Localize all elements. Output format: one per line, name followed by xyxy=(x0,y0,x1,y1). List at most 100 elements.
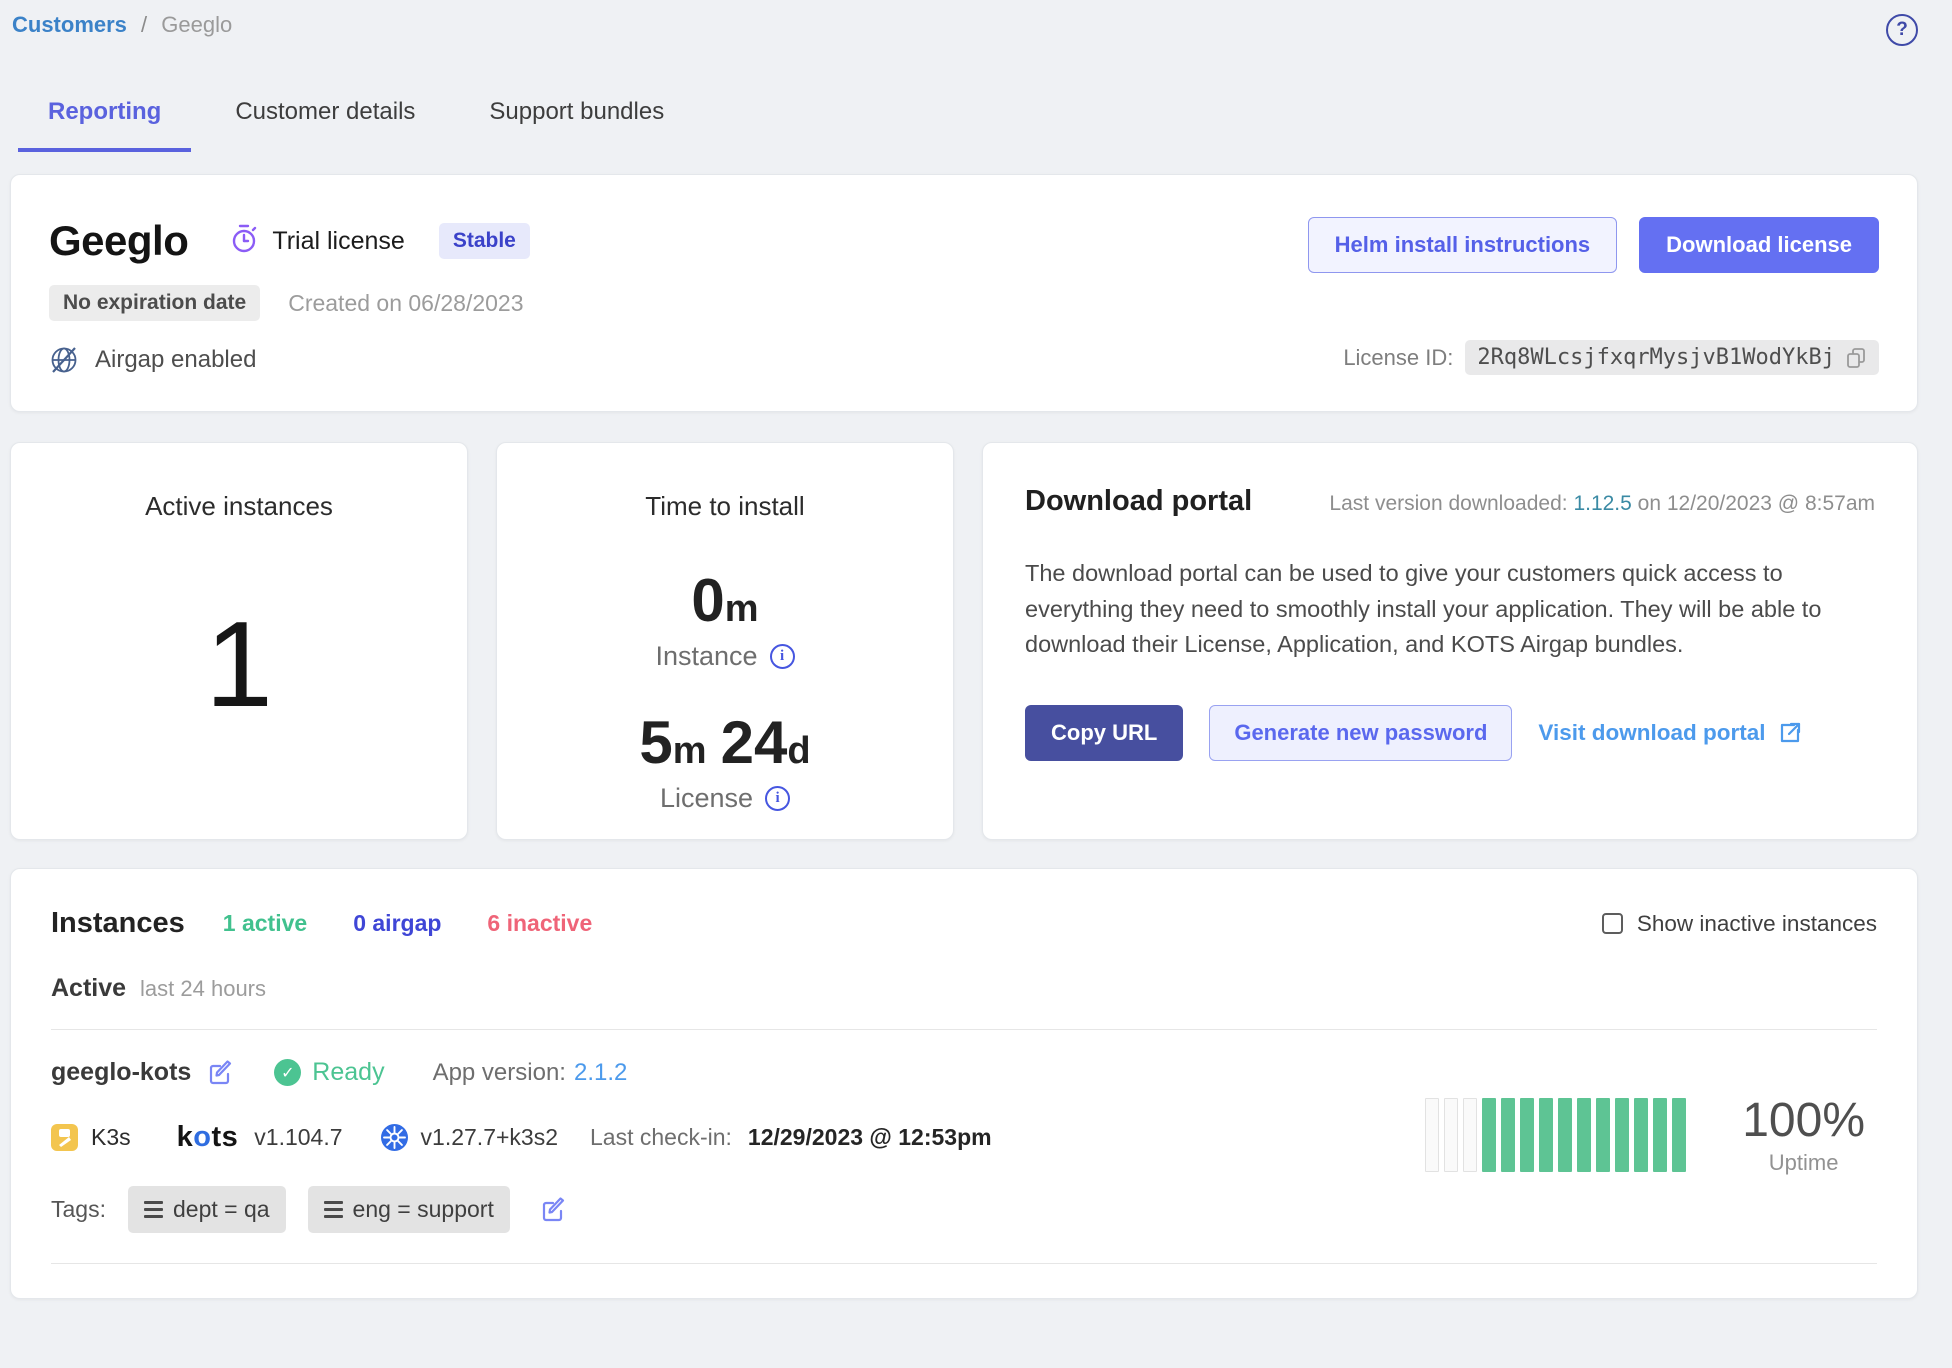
download-portal-card: Download portal Last version downloaded:… xyxy=(982,442,1918,840)
instance-info-icon[interactable]: i xyxy=(770,644,795,669)
uptime-bar-filled xyxy=(1634,1098,1648,1172)
download-portal-title: Download portal xyxy=(1025,485,1252,518)
topbar: Customers / Geeglo ? xyxy=(10,0,1918,46)
instance-row: geeglo-kots ✓ Ready App version:2.1.2 xyxy=(51,1036,1877,1233)
uptime-bar-filled xyxy=(1558,1098,1572,1172)
tab-support-bundles[interactable]: Support bundles xyxy=(459,88,694,152)
license-info-icon[interactable]: i xyxy=(765,786,790,811)
copy-url-button[interactable]: Copy URL xyxy=(1025,705,1183,761)
count-airgap: 0 airgap xyxy=(353,910,441,937)
uptime-bar-empty xyxy=(1425,1098,1439,1172)
kubernetes-version-label: v1.27.7+k3s2 xyxy=(421,1124,558,1151)
uptime-bar-filled xyxy=(1539,1098,1553,1172)
distribution: K3s xyxy=(51,1124,131,1151)
app-version-link[interactable]: 2.1.2 xyxy=(574,1059,627,1086)
tab-reporting[interactable]: Reporting xyxy=(18,88,191,152)
instances-card: Instances 1 active 0 airgap 6 inactive S… xyxy=(10,868,1918,1299)
show-inactive-control: Show inactive instances xyxy=(1602,911,1877,937)
count-active: 1 active xyxy=(223,910,307,937)
show-inactive-label[interactable]: Show inactive instances xyxy=(1637,911,1877,937)
time-to-install-card: Time to install 0m Instance i 5m24d Lice… xyxy=(496,442,954,840)
app-version: App version:2.1.2 xyxy=(433,1059,628,1087)
copy-license-id-icon[interactable] xyxy=(1845,346,1867,370)
trial-license-icon xyxy=(230,224,258,259)
active-instances-count: 1 xyxy=(205,522,273,839)
tab-bar: Reporting Customer details Support bundl… xyxy=(10,88,1918,152)
uptime-bar-filled xyxy=(1653,1098,1667,1172)
uptime-bar-empty xyxy=(1444,1098,1458,1172)
license-install-time: 5m24d xyxy=(639,708,810,777)
time-to-install-title: Time to install xyxy=(645,491,804,522)
license-card-left: Geeglo Trial license Stable No expiratio… xyxy=(49,217,530,375)
ready-label: Ready xyxy=(312,1058,384,1087)
distribution-label: K3s xyxy=(91,1124,131,1151)
edit-tags-icon[interactable] xyxy=(540,1196,567,1223)
tags-label: Tags: xyxy=(51,1196,106,1223)
helm-install-button[interactable]: Helm install instructions xyxy=(1308,217,1618,273)
license-id-value: 2Rq8WLcsjfxqrMysjvB1WodYkBj xyxy=(1477,345,1835,370)
k3s-icon xyxy=(51,1124,78,1151)
uptime-percent: 100% xyxy=(1742,1093,1865,1148)
customer-name: Geeglo xyxy=(49,217,188,265)
active-instances-title: Active instances xyxy=(145,491,333,522)
airgap-globe-icon xyxy=(49,345,79,375)
kubernetes-version: v1.27.7+k3s2 xyxy=(381,1124,558,1151)
help-icon[interactable]: ? xyxy=(1886,14,1918,46)
license-type-label: Trial license xyxy=(272,227,404,256)
breadcrumb-customers-link[interactable]: Customers xyxy=(12,12,127,37)
license-id-chip: 2Rq8WLcsjfxqrMysjvB1WodYkBj xyxy=(1465,340,1879,375)
divider xyxy=(51,1263,1877,1264)
last-version-link[interactable]: 1.12.5 xyxy=(1573,492,1631,515)
uptime-bar-filled xyxy=(1482,1098,1496,1172)
active-group-subtitle: last 24 hours xyxy=(140,976,266,1002)
license-install-label: License xyxy=(660,783,753,814)
kubernetes-icon xyxy=(381,1124,408,1151)
channel-badge: Stable xyxy=(439,223,530,259)
uptime-bar-empty xyxy=(1463,1098,1477,1172)
tag-icon xyxy=(144,1201,163,1219)
divider xyxy=(51,1029,1877,1030)
instance-install-label: Instance xyxy=(655,641,757,672)
instances-title: Instances xyxy=(51,907,185,940)
created-date: Created on 06/28/2023 xyxy=(288,290,523,317)
tab-customer-details[interactable]: Customer details xyxy=(205,88,445,152)
uptime-bar-filled xyxy=(1520,1098,1534,1172)
license-card: Geeglo Trial license Stable No expiratio… xyxy=(10,174,1918,412)
tag-chip: eng = support xyxy=(308,1186,510,1233)
instance-name: geeglo-kots xyxy=(51,1058,191,1087)
last-checkin-value: 12/29/2023 @ 12:53pm xyxy=(748,1124,992,1151)
active-instances-card: Active instances 1 xyxy=(10,442,468,840)
external-link-icon xyxy=(1778,721,1802,745)
download-portal-description: The download portal can be used to give … xyxy=(1025,556,1875,663)
expiration-badge: No expiration date xyxy=(49,285,260,321)
airgap-label: Airgap enabled xyxy=(95,346,256,374)
uptime-bars xyxy=(1425,1098,1686,1172)
generate-password-button[interactable]: Generate new password xyxy=(1209,705,1512,761)
breadcrumb-current: Geeglo xyxy=(161,12,232,37)
count-inactive: 6 inactive xyxy=(487,910,592,937)
license-id-label: License ID: xyxy=(1343,345,1453,371)
license-card-right: Helm install instructions Download licen… xyxy=(1308,217,1879,375)
uptime-bar-filled xyxy=(1577,1098,1591,1172)
customer-reporting-page: Customers / Geeglo ? Reporting Customer … xyxy=(0,0,1952,1368)
uptime-section: 100% Uptime xyxy=(1425,1093,1877,1176)
download-license-button[interactable]: Download license xyxy=(1639,217,1879,273)
instance-status: ✓ Ready xyxy=(274,1058,384,1087)
uptime-bar-filled xyxy=(1672,1098,1686,1172)
edit-instance-name-icon[interactable] xyxy=(207,1059,234,1086)
instance-install-time: 0m xyxy=(691,566,758,635)
visit-download-portal-link[interactable]: Visit download portal xyxy=(1538,720,1801,746)
breadcrumb: Customers / Geeglo xyxy=(10,12,232,38)
kots-version: v1.104.7 xyxy=(254,1124,342,1151)
stats-row: Active instances 1 Time to install 0m In… xyxy=(10,442,1918,840)
uptime-label: Uptime xyxy=(1742,1150,1865,1176)
kots-logo: kots xyxy=(177,1121,239,1154)
breadcrumb-separator: / xyxy=(141,12,147,37)
uptime-bar-filled xyxy=(1501,1098,1515,1172)
show-inactive-checkbox[interactable] xyxy=(1602,913,1623,934)
ready-check-icon: ✓ xyxy=(274,1059,301,1086)
active-group-title: Active xyxy=(51,974,126,1003)
last-version-downloaded: Last version downloaded: 1.12.5 on 12/20… xyxy=(1329,492,1875,516)
tag-chip: dept = qa xyxy=(128,1186,286,1233)
last-checkin-label: Last check-in: xyxy=(590,1124,732,1151)
